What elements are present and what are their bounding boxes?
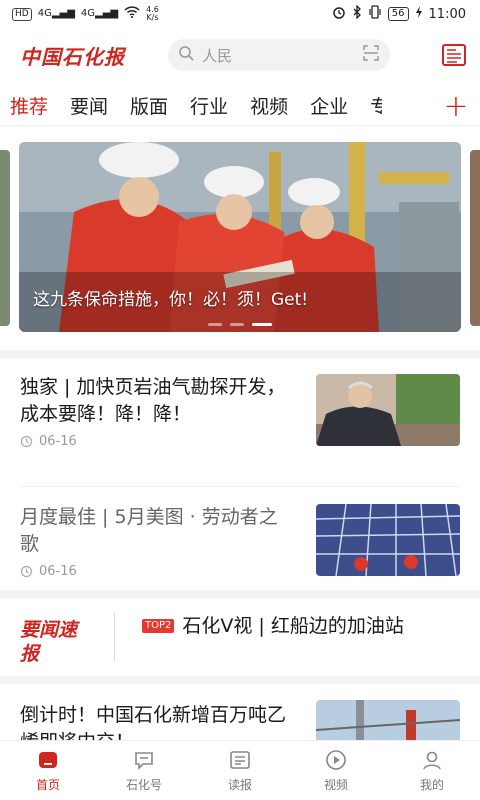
clock-icon: [20, 565, 33, 578]
user-icon: [423, 751, 441, 770]
newspaper-icon: [230, 751, 250, 769]
search-icon: [178, 45, 194, 65]
tab-industry[interactable]: 行业: [190, 92, 228, 119]
play-icon: [326, 750, 346, 770]
article-thumbnail: [316, 374, 460, 446]
quick-news-module[interactable]: 要闻速报 TOP2 石化V视 | 红船边的加油站: [0, 600, 480, 676]
article-item[interactable]: 独家 | 加快页岩油气勘探开发，成本要降！降！降！ 06-16: [20, 374, 460, 449]
list-divider: [20, 486, 460, 487]
home-icon: [39, 752, 57, 768]
search-placeholder: 人民: [202, 46, 233, 65]
charging-icon: [415, 6, 423, 22]
wifi-icon: [124, 6, 140, 22]
add-tab-button[interactable]: +: [432, 86, 480, 125]
quick-news-logo: 要闻速报: [20, 619, 78, 665]
article-date: 06-16: [39, 564, 77, 579]
carousel-dot: [208, 323, 222, 326]
quick-news-text: 石化V视 | 红船边的加油站: [182, 615, 404, 637]
carousel-dot-active: [252, 323, 272, 326]
scan-icon[interactable]: [362, 44, 380, 66]
nav-label: 视频: [323, 778, 348, 792]
quick-news-divider: [114, 612, 115, 662]
top-rank-badge: TOP2: [142, 619, 175, 633]
network-speed: 4.6 K/s: [146, 5, 159, 22]
nav-label: 读报: [227, 778, 252, 792]
nav-home[interactable]: 首页: [0, 741, 96, 800]
article-thumbnail: [316, 504, 460, 576]
carousel-prev-peek[interactable]: [0, 150, 10, 326]
bluetooth-icon: [352, 4, 362, 23]
sim1-signal-icon: 4G▂▄▆: [37, 8, 75, 19]
nav-label: 首页: [35, 778, 60, 792]
nav-sinopec-accounts[interactable]: 石化号: [96, 741, 192, 800]
bottom-navigation: 首页 石化号 读报 视频 我的: [0, 740, 480, 800]
hd-badge: HD: [12, 7, 32, 21]
status-bar: HD 4G▂▄▆ 4G▂▄▆ 4.6 K/s 56 11:00: [0, 0, 480, 28]
banner-carousel[interactable]: 这九条保命措施，你！必！须！Get!: [19, 142, 461, 332]
nav-profile[interactable]: 我的: [384, 741, 480, 800]
carousel-indicator: [208, 323, 272, 326]
tab-recommend[interactable]: 推荐: [10, 92, 48, 119]
alarm-icon: [332, 5, 346, 23]
article-item[interactable]: 月度最佳 | 5月美图 · 劳动者之歌 06-16: [20, 504, 460, 579]
carousel-next-peek[interactable]: [470, 150, 480, 326]
search-input[interactable]: 人民: [168, 39, 390, 71]
section-separator: [0, 350, 480, 358]
app-logo[interactable]: 中国石化报: [20, 41, 160, 70]
nav-label: 我的: [419, 778, 444, 792]
carousel-dot: [230, 323, 244, 326]
clock-time: 11:00: [428, 6, 466, 22]
chat-bubble-icon: [135, 752, 153, 770]
section-separator: [0, 676, 480, 684]
article-title: 月度最佳 | 5月美图 · 劳动者之歌: [20, 506, 278, 555]
app-header: 中国石化报 人民: [0, 32, 480, 78]
banner-caption: 这九条保命措施，你！必！须！Get!: [33, 290, 309, 310]
battery-icon: 56: [387, 7, 409, 21]
nav-video[interactable]: 视频: [288, 741, 384, 800]
nav-label: 石化号: [125, 778, 162, 792]
section-separator: [0, 590, 480, 598]
tab-headlines[interactable]: 要闻: [70, 92, 108, 119]
tab-enterprise[interactable]: 企业: [310, 92, 348, 119]
sim2-signal-icon: 4G▂▄▆: [80, 8, 119, 19]
category-tabs: 推荐 要闻 版面 行业 视频 企业 专 +: [0, 86, 480, 126]
article-title: 独家 | 加快页岩油气勘探开发，成本要降！降！降！: [20, 376, 286, 425]
newspaper-icon[interactable]: [440, 41, 468, 69]
nav-read-paper[interactable]: 读报: [192, 741, 288, 800]
tab-special[interactable]: 专: [370, 92, 382, 119]
vibrate-icon: [368, 5, 382, 23]
article-date: 06-16: [39, 434, 77, 449]
tab-pages[interactable]: 版面: [130, 92, 168, 119]
quick-news-headline[interactable]: TOP2 石化V视 | 红船边的加油站: [142, 612, 448, 640]
clock-icon: [20, 435, 33, 448]
tab-video[interactable]: 视频: [250, 92, 288, 119]
